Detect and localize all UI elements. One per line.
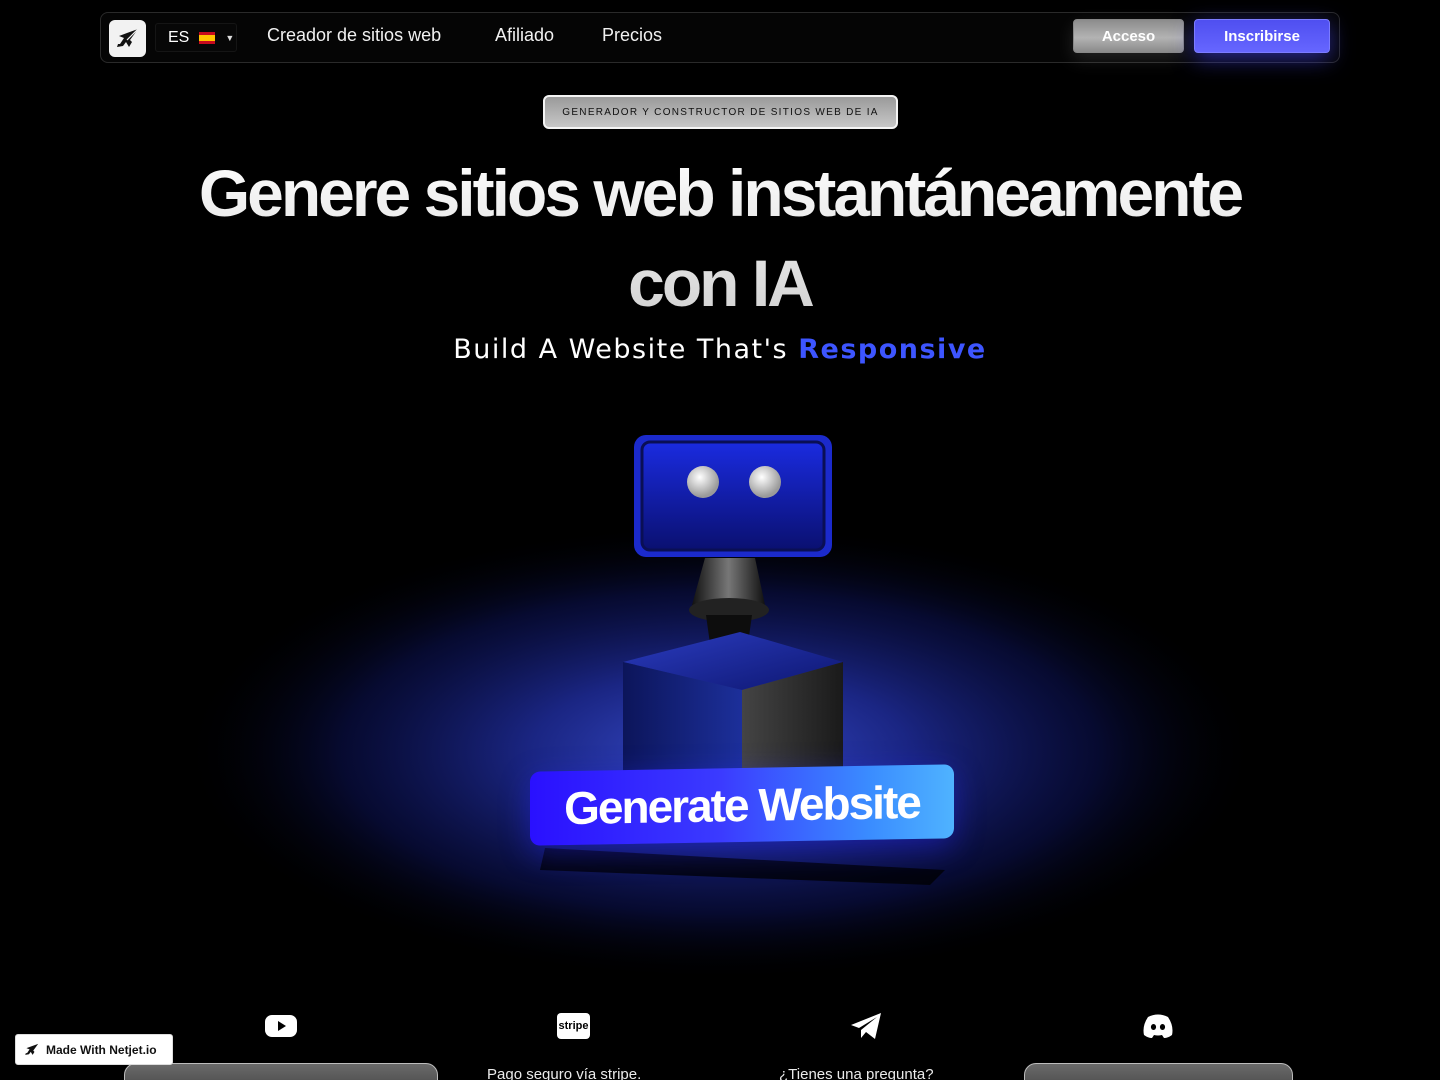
hero-title-line-1: Genere sitios web instantáneamente xyxy=(198,156,1242,230)
stripe-payment-text: Pago seguro vía stripe. xyxy=(487,1066,642,1080)
hero-badge: GENERADOR Y CONSTRUCTOR DE SITIOS WEB DE… xyxy=(543,95,898,129)
hero-subtitle: Build A Website That's Responsive xyxy=(0,334,1440,365)
jet-plane-icon xyxy=(116,28,138,47)
telegram-icon[interactable] xyxy=(849,1011,883,1041)
language-selector[interactable]: ES ▼ xyxy=(155,23,237,52)
stripe-icon-text: stripe xyxy=(558,1020,589,1032)
language-code: ES xyxy=(168,28,190,46)
feature-card-left xyxy=(124,1063,438,1080)
caret-down-icon: ▼ xyxy=(225,32,235,43)
robot-illustration xyxy=(180,435,1260,982)
generate-website-button[interactable]: Generate Website xyxy=(530,764,954,846)
telegram-question-text: ¿Tienes una pregunta? xyxy=(779,1066,934,1080)
stripe-icon[interactable]: stripe xyxy=(557,1013,590,1039)
nav-link-website-builder[interactable]: Creador de sitios web xyxy=(267,25,441,46)
made-with-badge[interactable]: Made With Netjet.io xyxy=(15,1034,173,1065)
hero-title-line-2: con IA xyxy=(628,246,812,320)
jet-plane-icon xyxy=(25,1043,39,1055)
discord-icon[interactable] xyxy=(1141,1011,1175,1041)
youtube-icon[interactable] xyxy=(264,1011,298,1041)
nav-link-pricing[interactable]: Precios xyxy=(602,25,662,46)
subtitle-text: Build A Website That's xyxy=(453,334,789,365)
top-navbar: ES ▼ Creador de sitios web Afiliado Prec… xyxy=(100,12,1340,63)
feature-card-right xyxy=(1024,1063,1293,1080)
logo[interactable] xyxy=(109,20,146,57)
login-button[interactable]: Acceso xyxy=(1073,19,1184,53)
signup-button[interactable]: Inscribirse xyxy=(1194,19,1330,53)
nav-link-affiliate[interactable]: Afiliado xyxy=(495,25,554,46)
subtitle-accent-word: Responsive xyxy=(798,334,987,365)
spain-flag-icon xyxy=(199,31,216,44)
made-with-text: Made With Netjet.io xyxy=(46,1042,157,1057)
hero-title: Genere sitios web instantáneamente con I… xyxy=(0,148,1440,328)
